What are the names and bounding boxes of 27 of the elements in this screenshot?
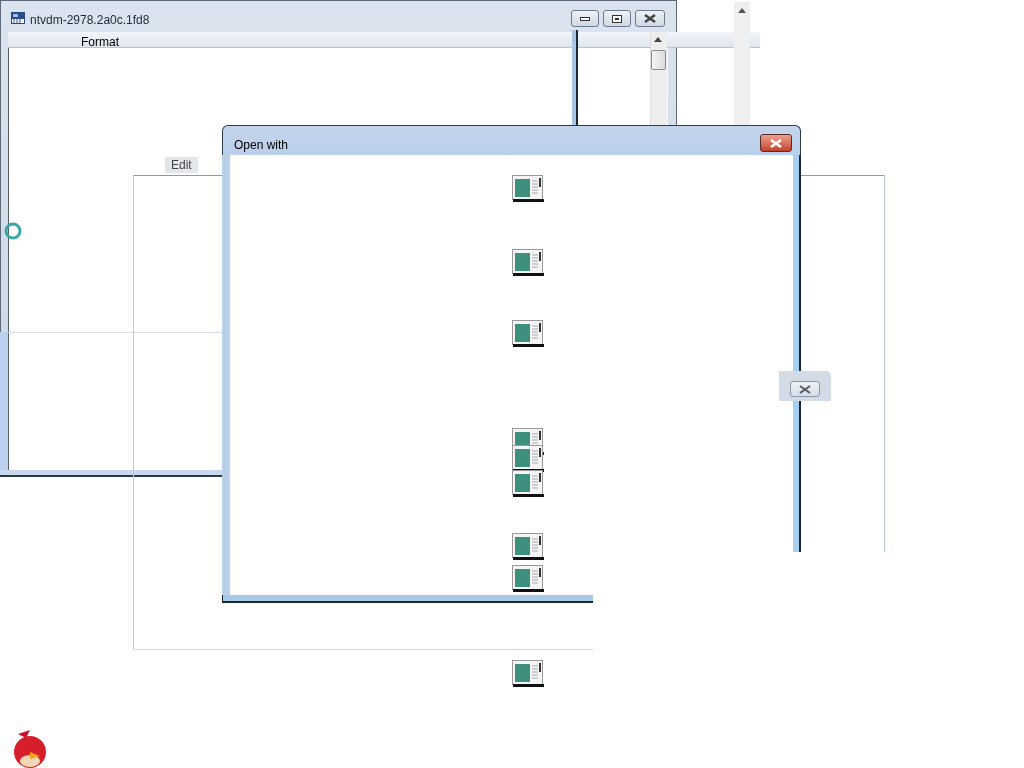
window-title: ntvdm-2978.2a0c.1fd8	[30, 12, 150, 29]
minimize-icon	[580, 16, 590, 21]
window-thumbnail-icon[interactable]	[512, 470, 544, 497]
minimize-button[interactable]	[571, 10, 599, 27]
window-thumbnail-icon[interactable]	[512, 533, 544, 560]
scroll-thumb[interactable]	[651, 50, 666, 70]
scroll-up-icon[interactable]	[738, 8, 746, 13]
window-thumbnail-icon[interactable]	[512, 320, 544, 347]
maximize-button[interactable]	[603, 10, 631, 27]
maximize-icon	[612, 14, 622, 23]
window-thumbnail-icon[interactable]	[512, 565, 544, 592]
loading-ring-icon	[3, 221, 23, 241]
close-icon	[770, 138, 782, 148]
menu-item[interactable]: Edit	[165, 157, 198, 173]
scroll-up-icon[interactable]	[654, 37, 662, 42]
close-button[interactable]	[760, 134, 792, 152]
app-window-icon	[10, 10, 26, 26]
close-button[interactable]	[790, 381, 820, 397]
close-icon	[644, 14, 656, 23]
close-button[interactable]	[635, 10, 665, 27]
window-thumbnail-icon[interactable]	[512, 445, 544, 472]
close-icon	[799, 384, 811, 394]
window-thumbnail-icon[interactable]	[512, 660, 544, 687]
menu-item[interactable]: Format	[81, 33, 119, 51]
dialog-title: Open with	[234, 137, 289, 154]
window-thumbnail-icon[interactable]	[512, 175, 544, 202]
window-thumbnail-icon[interactable]	[512, 249, 544, 276]
